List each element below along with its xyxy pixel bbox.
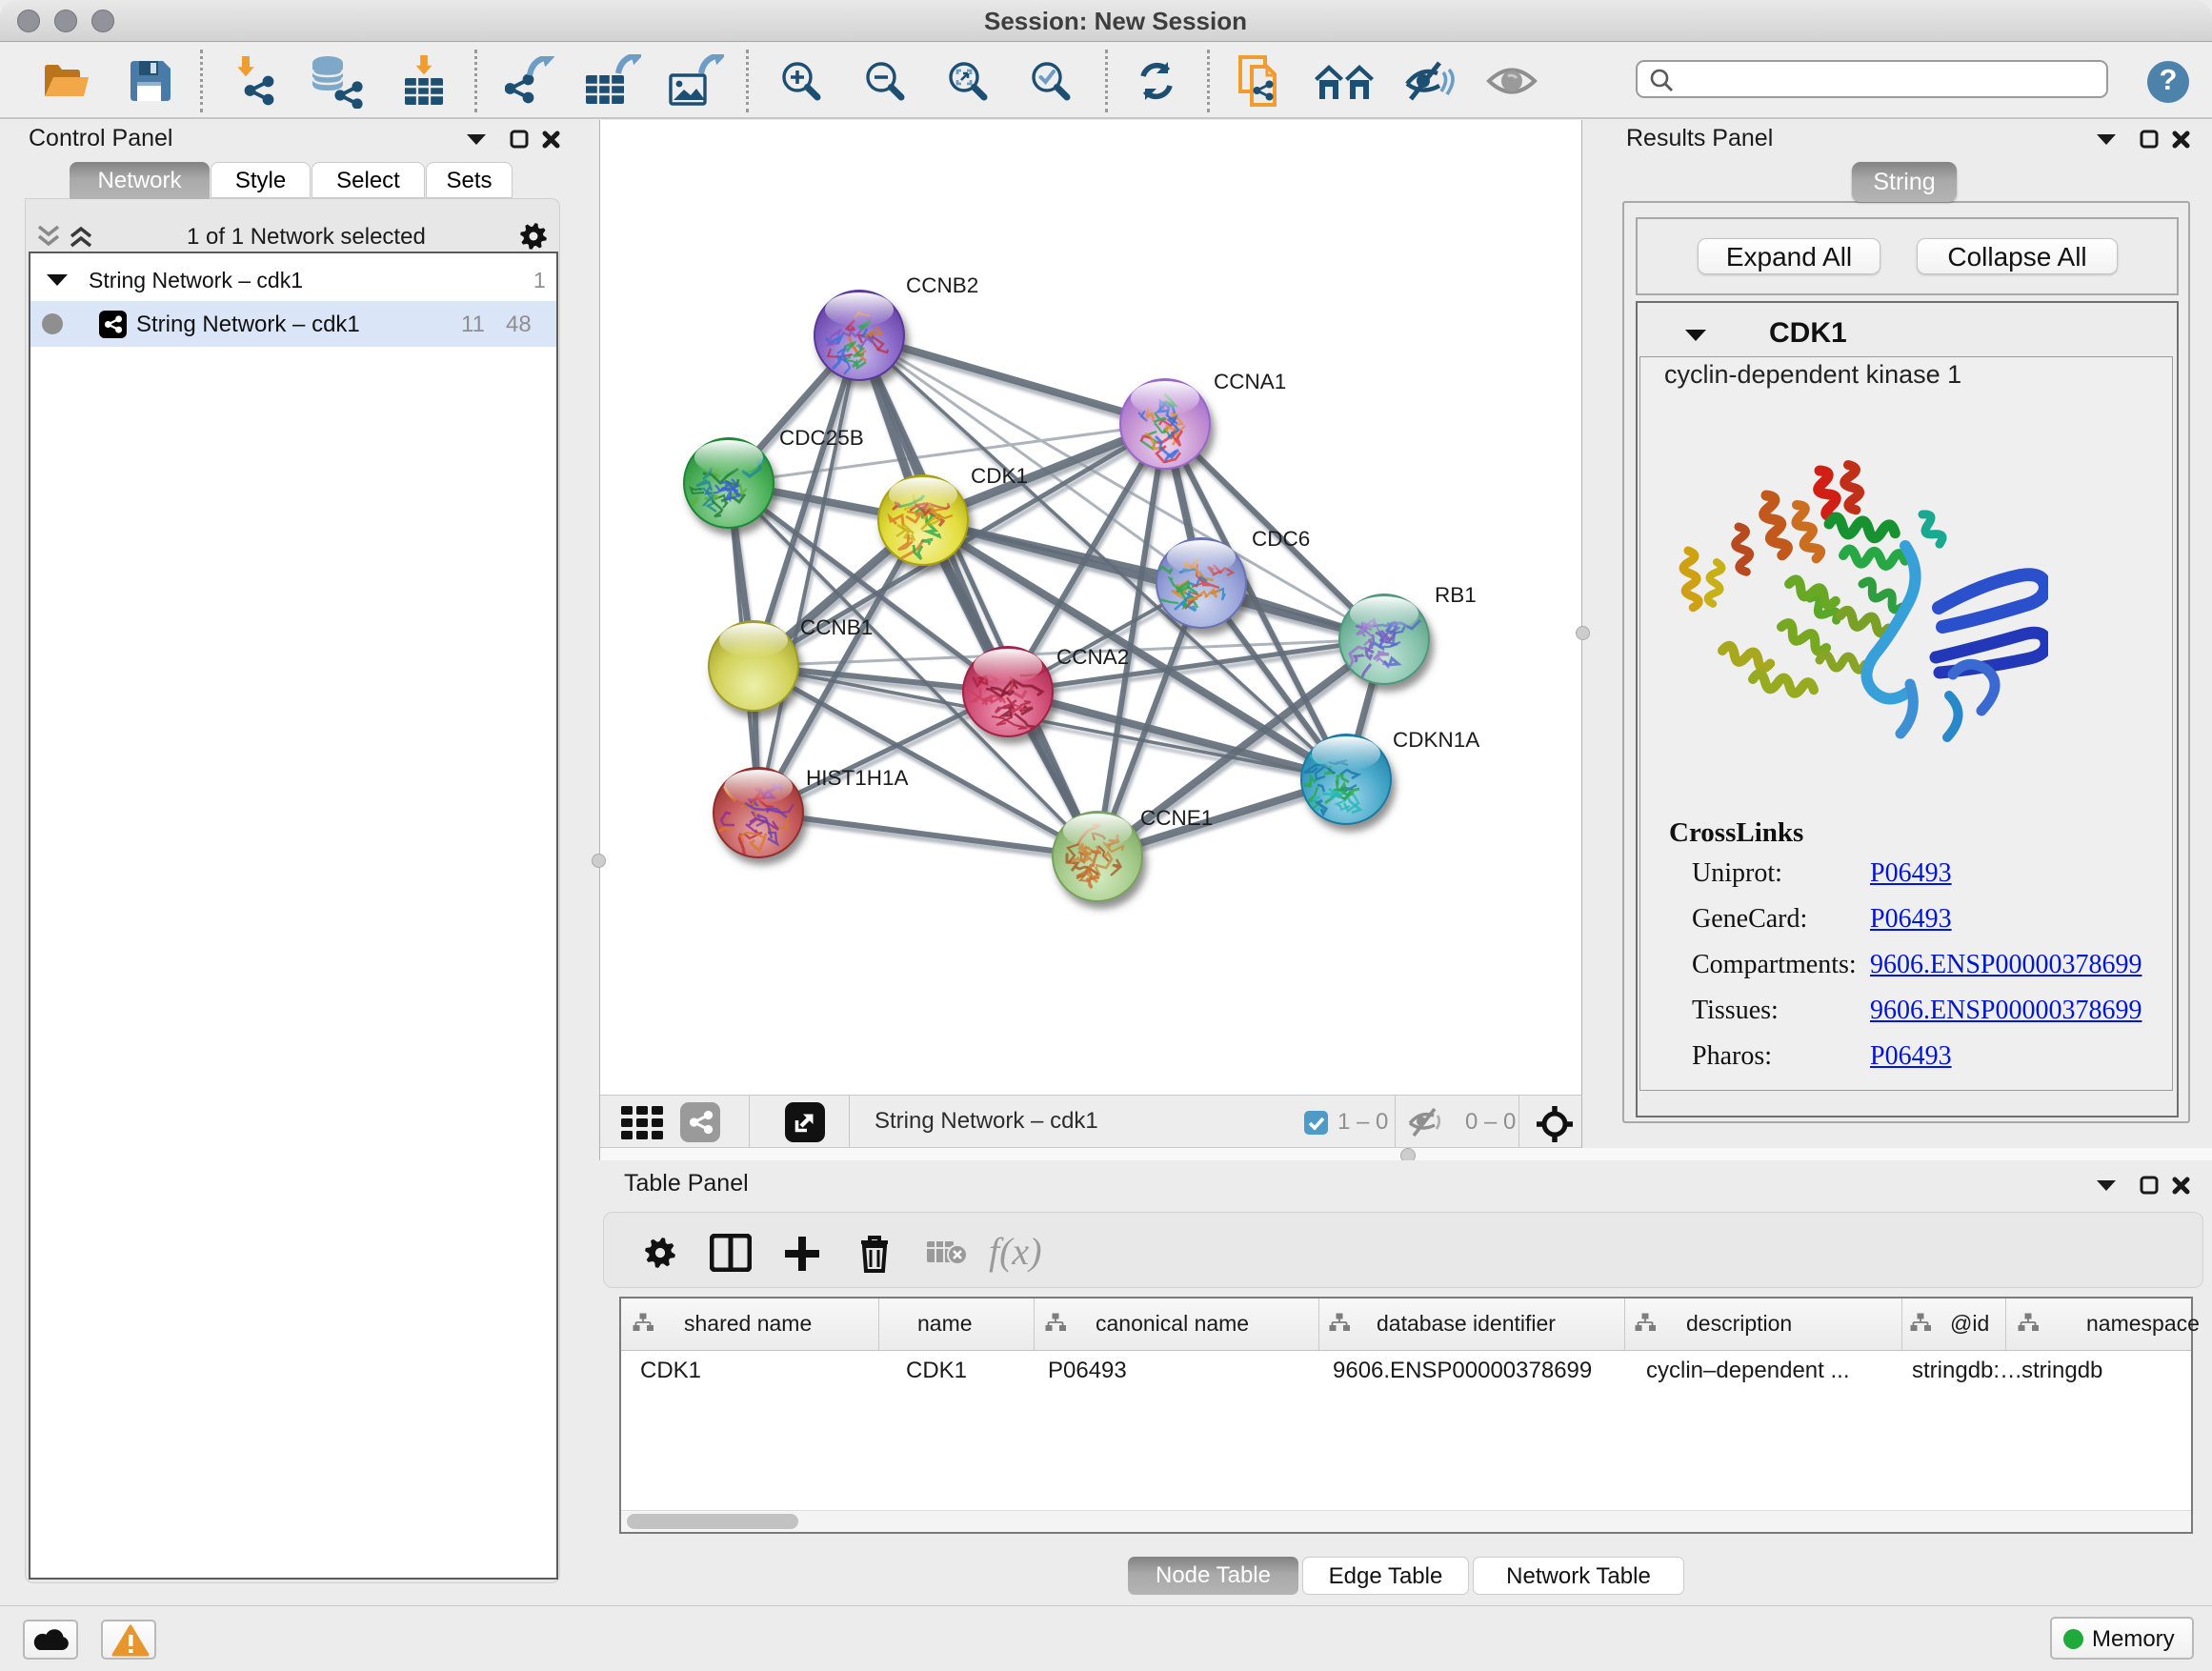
svg-text:RB1: RB1: [1435, 583, 1477, 607]
svg-text:CDC25B: CDC25B: [779, 426, 864, 450]
svg-text:HIST1H1A: HIST1H1A: [806, 766, 909, 790]
svg-text:CDC6: CDC6: [1252, 527, 1310, 551]
svg-text:CCNA1: CCNA1: [1214, 370, 1286, 393]
svg-text:CDKN1A: CDKN1A: [1393, 728, 1479, 752]
svg-text:CCNE1: CCNE1: [1140, 806, 1213, 830]
svg-text:CDK1: CDK1: [971, 464, 1028, 488]
svg-text:CCNA2: CCNA2: [1056, 645, 1129, 669]
svg-text:CCNB2: CCNB2: [906, 273, 978, 297]
svg-text:CCNB1: CCNB1: [800, 615, 873, 639]
